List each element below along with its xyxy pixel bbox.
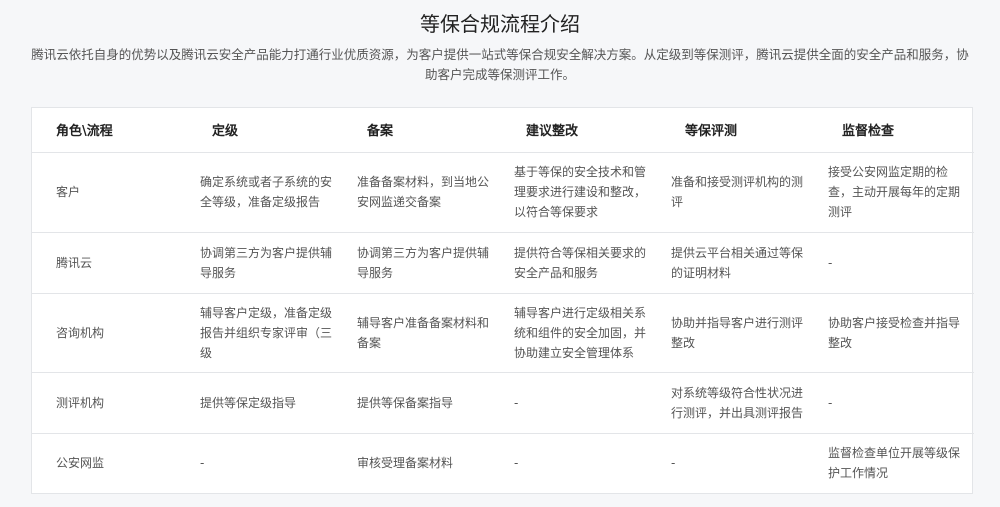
table-row: 腾讯云 协调第三方为客户提供辅导服务 协调第三方为客户提供辅导服务 提供符合等保…: [32, 232, 974, 294]
table-cell: 协调第三方为客户提供辅导服务: [200, 232, 357, 294]
table-cell: 提供云平台相关通过等保的证明材料: [671, 232, 828, 294]
table-cell: 提供等保定级指导: [200, 372, 357, 434]
header-inspection: 监督检查: [828, 108, 974, 153]
table-cell: 协调第三方为客户提供辅导服务: [357, 232, 514, 294]
table-cell: 协助客户接受检查并指导整改: [828, 293, 974, 373]
header-grading: 定级: [200, 108, 357, 153]
table-cell: -: [828, 232, 974, 294]
table-row: 咨询机构 辅导客户定级，准备定级报告并组织专家评审（三级 辅导客户准备备案材料和…: [32, 293, 974, 373]
header-assessment: 等保评测: [671, 108, 828, 153]
page-description: 腾讯云依托自身的优势以及腾讯云安全产品能力打通行业优质资源，为客户提供一站式等保…: [31, 47, 969, 82]
table-cell: 基于等保的安全技术和管理要求进行建设和整改，以符合等保要求: [514, 152, 671, 233]
table-cell: 确定系统或者子系统的安全等级，准备定级报告: [200, 152, 357, 233]
table-cell: 监督检查单位开展等级保护工作情况: [828, 446, 961, 481]
row-role: 测评机构: [32, 372, 200, 434]
table-header-row: 角色\流程 定级 备案 建议整改 等保评测 监督检查: [32, 108, 974, 153]
row-role: 公安网监: [56, 456, 105, 471]
table-cell: 辅导客户进行定级相关系统和组件的安全加固，并协助建立安全管理体系: [514, 293, 671, 373]
table-cell: -: [828, 372, 974, 434]
row-role: 客户: [32, 152, 200, 233]
table-cell: 对系统等级符合性状况进行测评，并出具测评报告: [671, 372, 828, 434]
table-cell: 审核受理备案材料: [357, 456, 454, 471]
table-row: 公安网监 - 审核受理备案材料 - - 监督检查单位开展等级保护工作情况: [32, 433, 974, 493]
table-cell: -: [514, 372, 671, 434]
row-role: 咨询机构: [32, 293, 200, 373]
row-role: 腾讯云: [32, 232, 200, 294]
table-cell: -: [671, 456, 676, 471]
table-cell: 提供等保备案指导: [357, 372, 514, 434]
table-cell: 接受公安网监定期的检查，主动开展每年的定期测评: [828, 152, 974, 233]
header-rectification: 建议整改: [514, 108, 671, 153]
header-filing: 备案: [357, 108, 514, 153]
table-row: 客户 确定系统或者子系统的安全等级，准备定级报告 准备备案材料，到当地公安网监递…: [32, 152, 974, 233]
page-title: 等保合规流程介绍: [420, 12, 580, 36]
table-cell: 提供符合等保相关要求的安全产品和服务: [514, 232, 671, 294]
table-cell: 辅导客户定级，准备定级报告并组织专家评审（三级: [200, 293, 357, 373]
table-row: 测评机构 提供等保定级指导 提供等保备案指导 - 对系统等级符合性状况进行测评，…: [32, 372, 974, 434]
table-cell: 辅导客户准备备案材料和备案: [357, 293, 514, 373]
table-cell: -: [514, 456, 519, 471]
table-cell: 协助并指导客户进行测评整改: [671, 293, 828, 373]
table-cell: 准备和接受测评机构的测评: [671, 152, 828, 233]
table-cell: 准备备案材料，到当地公安网监递交备案: [357, 152, 514, 233]
process-table: 角色\流程 定级 备案 建议整改 等保评测 监督检查 客户 确定系统或者子系统的…: [31, 107, 974, 494]
table-cell: -: [200, 456, 205, 471]
header-role: 角色\流程: [32, 108, 200, 153]
